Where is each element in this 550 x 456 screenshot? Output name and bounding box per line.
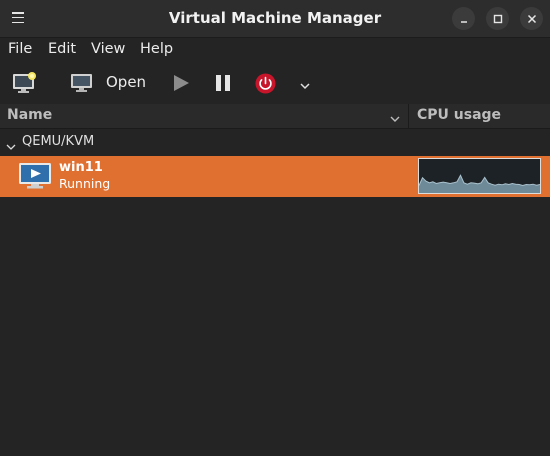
cpu-usage-sparkline [418, 174, 541, 193]
minimize-icon [460, 20, 467, 23]
title-bar: Virtual Machine Manager [0, 0, 550, 38]
close-icon [527, 14, 536, 23]
connection-label: QEMU/KVM [22, 134, 95, 149]
menu-help[interactable]: Help [140, 41, 173, 57]
toolbar: Open [0, 62, 550, 104]
vm-status: Running [59, 176, 111, 191]
shutdown-button[interactable] [255, 73, 276, 94]
new-vm-button[interactable] [12, 71, 38, 95]
cpu-usage-graph [418, 158, 541, 194]
menu-file[interactable]: File [8, 41, 32, 57]
new-vm-icon [13, 72, 36, 93]
connection-group-row[interactable]: QEMU/KVM [0, 129, 550, 155]
open-button[interactable]: Open [106, 73, 146, 91]
minimize-button[interactable] [452, 7, 475, 30]
column-divider[interactable] [408, 104, 409, 128]
cpu-usage-area [419, 175, 540, 193]
play-icon [174, 75, 189, 91]
monitor-icon [71, 74, 92, 92]
vm-icon [18, 162, 52, 190]
close-button[interactable] [520, 7, 543, 30]
power-icon [255, 73, 276, 94]
open-button-icon[interactable] [69, 72, 95, 94]
pause-icon [216, 75, 230, 91]
vm-name: win11 [59, 160, 103, 175]
vm-display-icon [19, 163, 51, 189]
maximize-button[interactable] [486, 7, 509, 30]
chevron-down-icon [390, 116, 400, 122]
sort-indicator[interactable] [389, 110, 401, 122]
column-cpu-header[interactable]: CPU usage [417, 107, 501, 123]
menu-edit[interactable]: Edit [48, 41, 76, 57]
menu-bar: File Edit View Help [0, 38, 550, 62]
shutdown-menu-button[interactable] [298, 77, 312, 90]
menu-view[interactable]: View [91, 41, 125, 57]
chevron-down-icon [300, 83, 310, 90]
column-header: Name CPU usage [0, 104, 550, 129]
chevron-down-icon [6, 144, 16, 150]
maximize-icon [493, 14, 502, 23]
column-name-header[interactable]: Name [7, 107, 52, 123]
group-expander[interactable] [5, 138, 17, 150]
pause-button[interactable] [214, 74, 234, 92]
run-button[interactable] [171, 73, 191, 93]
vm-row[interactable]: win11 Running [0, 156, 550, 197]
